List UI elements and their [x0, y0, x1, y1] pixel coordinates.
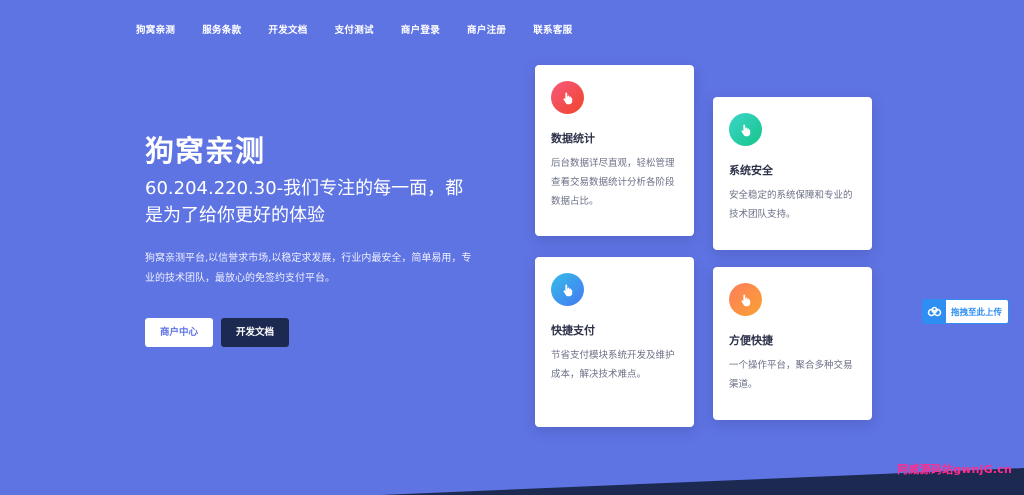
nav-item-merchant-register[interactable]: 商户注册: [467, 22, 506, 36]
feature-text: 节省支付模块系统开发及维护成本，解决技术难点。: [551, 350, 675, 380]
feature-title: 数据统计: [551, 132, 595, 145]
hero-subtitle: 60.204.220.30-我们专注的每一面，都是为了给你更好的体验: [145, 178, 464, 226]
hand-pointer-icon: [551, 81, 584, 114]
feature-card-security: 系统安全 安全稳定的系统保障和专业的技术团队支持。: [713, 97, 872, 250]
feature-card-quick-pay: 快捷支付 节省支付模块系统开发及维护成本，解决技术难点。: [535, 257, 694, 427]
feature-text: 后台数据详尽直观，轻松管理查看交易数据统计分析各阶段数据占比。: [551, 158, 675, 207]
hero-title: 狗窝亲测: [145, 134, 266, 168]
feature-title: 快捷支付: [551, 324, 595, 337]
merchant-center-button[interactable]: 商户中心: [145, 318, 213, 347]
hand-pointer-icon: [729, 113, 762, 146]
top-nav: 狗窝亲测 服务条款 开发文档 支付测试 商户登录 商户注册 联系客服: [136, 22, 599, 36]
hero-description: 狗窝亲测平台,以信誉求市场,以稳定求发展，行业内最安全，简单易用，专业的技术团队…: [145, 253, 472, 284]
feature-card-data-stats: 数据统计 后台数据详尽直观，轻松管理查看交易数据统计分析各阶段数据占比。: [535, 65, 694, 236]
watermark-text: 阿威源码站gwnjG.cn: [897, 463, 1012, 476]
hand-pointer-icon: [729, 283, 762, 316]
dev-docs-button[interactable]: 开发文档: [221, 318, 289, 347]
feature-card-convenient: 方便快捷 一个操作平台，聚合多种交易渠道。: [713, 267, 872, 420]
nav-item-docs[interactable]: 开发文档: [268, 22, 307, 36]
nav-item-support[interactable]: 联系客服: [533, 22, 572, 36]
bottom-wave-decoration: [380, 468, 1024, 495]
upload-label: 拖拽至此上传: [951, 307, 1003, 318]
cloud-upload-icon: [923, 300, 946, 323]
feature-text: 安全稳定的系统保障和专业的技术团队支持。: [729, 190, 853, 220]
nav-item-merchant-login[interactable]: 商户登录: [401, 22, 440, 36]
hand-pointer-icon: [551, 273, 584, 306]
feature-title: 系统安全: [729, 164, 773, 177]
hero-section: 狗窝亲测 60.204.220.30-我们专注的每一面，都是为了给你更好的体验 …: [145, 133, 475, 289]
nav-item-home[interactable]: 狗窝亲测: [136, 22, 175, 36]
feature-title: 方便快捷: [729, 334, 773, 347]
feature-text: 一个操作平台，聚合多种交易渠道。: [729, 360, 853, 390]
drag-upload-widget[interactable]: 拖拽至此上传: [922, 299, 1009, 324]
nav-item-pay-test[interactable]: 支付测试: [335, 22, 374, 36]
nav-item-terms[interactable]: 服务条款: [202, 22, 241, 36]
